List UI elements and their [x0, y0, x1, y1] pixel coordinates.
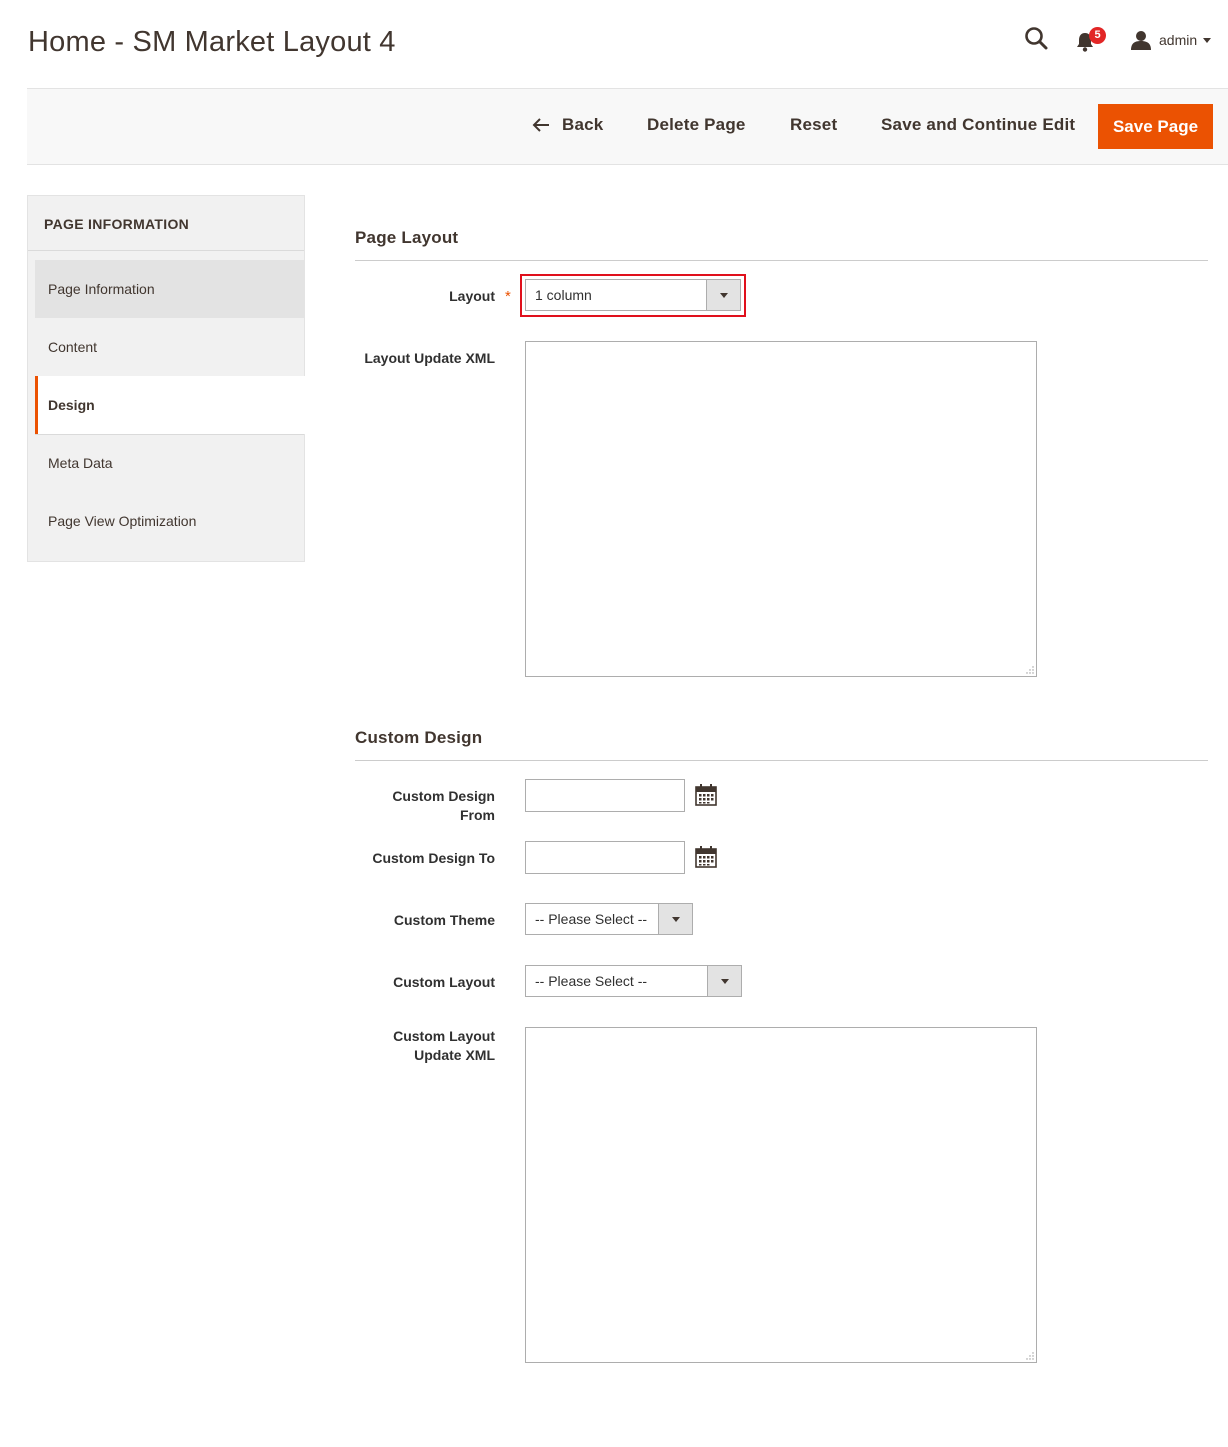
chevron-down-icon: [706, 280, 740, 310]
search-icon[interactable]: [1024, 26, 1050, 52]
sidebar-title: PAGE INFORMATION: [44, 216, 190, 232]
user-menu[interactable]: admin: [1131, 28, 1212, 52]
divider: [28, 250, 304, 251]
header-actions: 5 admin: [998, 24, 1228, 56]
sidebar-item-meta-data[interactable]: Meta Data: [35, 434, 305, 492]
save-and-continue-button[interactable]: Save and Continue Edit: [881, 115, 1075, 135]
section-title-page-layout: Page Layout: [355, 228, 459, 247]
user-icon: [1131, 31, 1151, 50]
sidebar-item-page-information[interactable]: Page Information: [35, 260, 305, 318]
back-button-label: Back: [562, 115, 604, 134]
notifications-button[interactable]: 5: [1075, 27, 1106, 54]
chevron-down-icon: [658, 904, 692, 934]
sidebar-item-content[interactable]: Content: [35, 318, 305, 376]
custom-layout-update-xml-textarea[interactable]: [525, 1027, 1037, 1363]
back-button[interactable]: Back: [532, 115, 603, 135]
custom-layout-label: Custom Layout: [393, 974, 495, 990]
calendar-icon[interactable]: [694, 783, 718, 807]
reset-button[interactable]: Reset: [790, 115, 837, 135]
layout-label: Layout: [449, 288, 495, 304]
chevron-down-icon: [707, 966, 741, 996]
custom-design-to-label: Custom Design To: [372, 850, 495, 866]
sidebar-item-design[interactable]: Design: [35, 376, 306, 434]
resize-handle-icon[interactable]: [1026, 666, 1034, 674]
page-title: Home - SM Market Layout 4: [28, 26, 396, 58]
layout-select[interactable]: 1 column: [525, 279, 741, 311]
calendar-icon[interactable]: [694, 845, 718, 869]
layout-select-value: 1 column: [535, 287, 592, 303]
custom-layout-update-xml-label-line1: Custom Layout: [393, 1028, 495, 1044]
layout-update-xml-label: Layout Update XML: [364, 350, 495, 366]
custom-layout-update-xml-label: Custom Layout Update XML: [393, 1027, 495, 1065]
user-name: admin: [1159, 32, 1198, 48]
chevron-down-icon: [1203, 37, 1212, 43]
divider: [355, 760, 1208, 761]
custom-design-from-input[interactable]: [525, 779, 685, 812]
custom-theme-select-value: -- Please Select --: [535, 911, 648, 927]
sidebar-item-page-view-optimization[interactable]: Page View Optimization: [35, 492, 305, 550]
custom-layout-select-value: -- Please Select --: [535, 973, 648, 989]
custom-layout-update-xml-label-line2: Update XML: [414, 1047, 495, 1063]
custom-theme-select[interactable]: -- Please Select --: [525, 903, 693, 935]
custom-theme-label: Custom Theme: [393, 912, 495, 928]
resize-handle-icon[interactable]: [1026, 1352, 1034, 1360]
page-actions-toolbar: Back Delete Page Reset Save and Continue…: [27, 88, 1228, 165]
required-asterisk: *: [505, 288, 511, 305]
layout-update-xml-textarea[interactable]: [525, 341, 1037, 677]
save-page-button[interactable]: Save Page: [1098, 104, 1213, 149]
section-title-custom-design: Custom Design: [355, 728, 483, 747]
delete-page-button[interactable]: Delete Page: [647, 115, 746, 135]
custom-design-from-label: Custom Design From: [392, 788, 495, 823]
sidebar: PAGE INFORMATION Page Information Conten…: [27, 195, 306, 562]
custom-layout-select[interactable]: -- Please Select --: [525, 965, 742, 997]
custom-design-to-input[interactable]: [525, 841, 685, 874]
divider: [355, 260, 1208, 261]
arrow-left-icon: [532, 118, 549, 132]
notification-count-badge: 5: [1089, 27, 1106, 44]
